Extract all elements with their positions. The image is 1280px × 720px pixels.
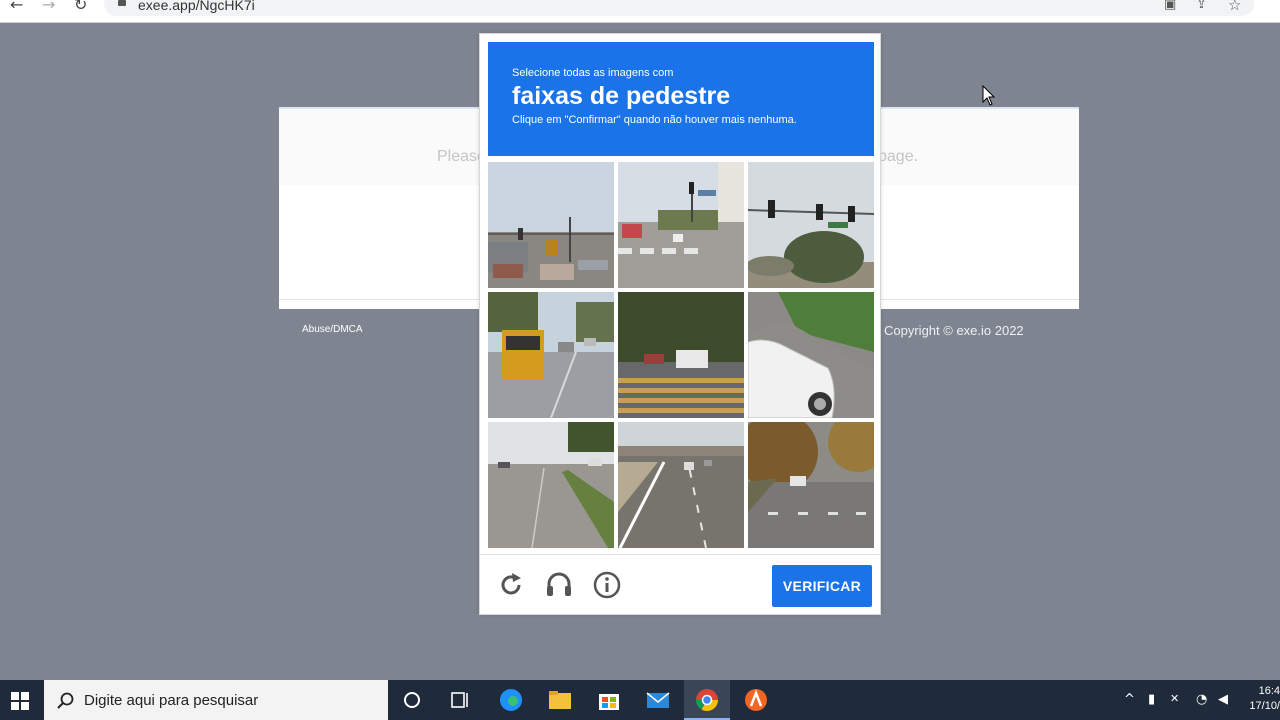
system-clock[interactable]: 16:4 17/10/ — [1245, 684, 1280, 714]
captcha-tile-2[interactable] — [618, 162, 744, 288]
captcha-tile-1[interactable] — [488, 162, 614, 288]
microphone-icon[interactable]: ▮ — [1148, 692, 1155, 707]
abuse-dmca-link[interactable]: Abuse/DMCA — [302, 324, 363, 335]
tray-expand-icon[interactable]: ^ — [1124, 692, 1135, 707]
crosswalk-trees-image — [618, 292, 744, 418]
captcha-instruction: Selecione todas as imagens com — [512, 67, 674, 79]
forward-button[interactable]: → — [42, 0, 55, 14]
windows-start-icon[interactable] — [11, 692, 29, 710]
task-view-icon[interactable] — [446, 686, 476, 714]
info-icon[interactable] — [592, 570, 622, 600]
street-intersection-image — [488, 162, 614, 288]
file-explorer-icon[interactable] — [545, 686, 575, 714]
search-placeholder: Digite aqui para pesquisar — [84, 692, 259, 709]
captcha-header: Selecione todas as imagens com faixas de… — [488, 42, 874, 156]
crosswalk-street-image — [618, 162, 744, 288]
captcha-tile-7[interactable] — [488, 422, 614, 548]
audio-challenge-icon[interactable] — [544, 570, 574, 600]
captcha-tile-9[interactable] — [748, 422, 874, 548]
bookmark-star-icon[interactable]: ☆ — [1228, 0, 1241, 13]
school-bus-road-image — [488, 292, 614, 418]
windows-taskbar: Digite aqui para pesquisar ^ ▮ ✕ ◔ ◀ 16:… — [0, 680, 1280, 720]
captcha-tile-3[interactable] — [748, 162, 874, 288]
traffic-light-trees-image — [748, 162, 874, 288]
clock-time: 16:4 — [1258, 685, 1280, 697]
captcha-tile-4[interactable] — [488, 292, 614, 418]
search-icon — [57, 692, 74, 709]
browser-toolbar: ← → ↻ exee.app/NgcHK7i ▣ ⇪ ☆ — [0, 0, 1280, 23]
taskbar-search-box[interactable]: Digite aqui para pesquisar — [44, 680, 388, 720]
reload-challenge-icon[interactable] — [496, 570, 526, 600]
autumn-street-image — [748, 422, 874, 548]
white-car-image — [748, 292, 874, 418]
mail-icon[interactable] — [643, 686, 673, 714]
translate-icon[interactable]: ▣ — [1164, 0, 1176, 11]
captcha-tile-6[interactable] — [748, 292, 874, 418]
store-icon[interactable] — [594, 686, 624, 714]
mouse-cursor-icon — [982, 85, 996, 106]
captcha-target: faixas de pedestre — [512, 82, 731, 110]
share-icon[interactable]: ⇪ — [1196, 0, 1207, 11]
clock-date: 17/10/ — [1249, 700, 1280, 712]
copyright-text: Copyright © exe.io 2022 — [884, 323, 1024, 338]
page-message-right: page. — [878, 148, 919, 165]
captcha-hint: Clique em "Confirmar" quando não houver … — [512, 114, 797, 126]
highway-overpass-image — [618, 422, 744, 548]
cortana-icon[interactable] — [398, 686, 428, 714]
wifi-icon[interactable]: ◔ — [1196, 692, 1207, 707]
language-icon[interactable]: ✕ — [1170, 692, 1179, 705]
volume-icon[interactable]: ◀ — [1218, 692, 1228, 707]
captcha-footer: VERIFICAR — [480, 554, 880, 615]
avast-icon[interactable] — [741, 686, 771, 714]
url-text[interactable]: exee.app/NgcHK7i — [138, 0, 255, 12]
captcha-tile-5[interactable] — [618, 292, 744, 418]
back-button[interactable]: ← — [10, 0, 23, 14]
address-bar[interactable] — [104, 0, 1254, 16]
reload-button[interactable]: ↻ — [74, 0, 87, 14]
verify-button[interactable]: VERIFICAR — [772, 565, 872, 607]
road-curb-image — [488, 422, 614, 548]
chrome-icon[interactable] — [692, 686, 722, 714]
captcha-challenge: Selecione todas as imagens com faixas de… — [479, 33, 881, 615]
captcha-tile-8[interactable] — [618, 422, 744, 548]
lock-icon — [118, 0, 126, 6]
edge-icon[interactable] — [496, 686, 526, 714]
